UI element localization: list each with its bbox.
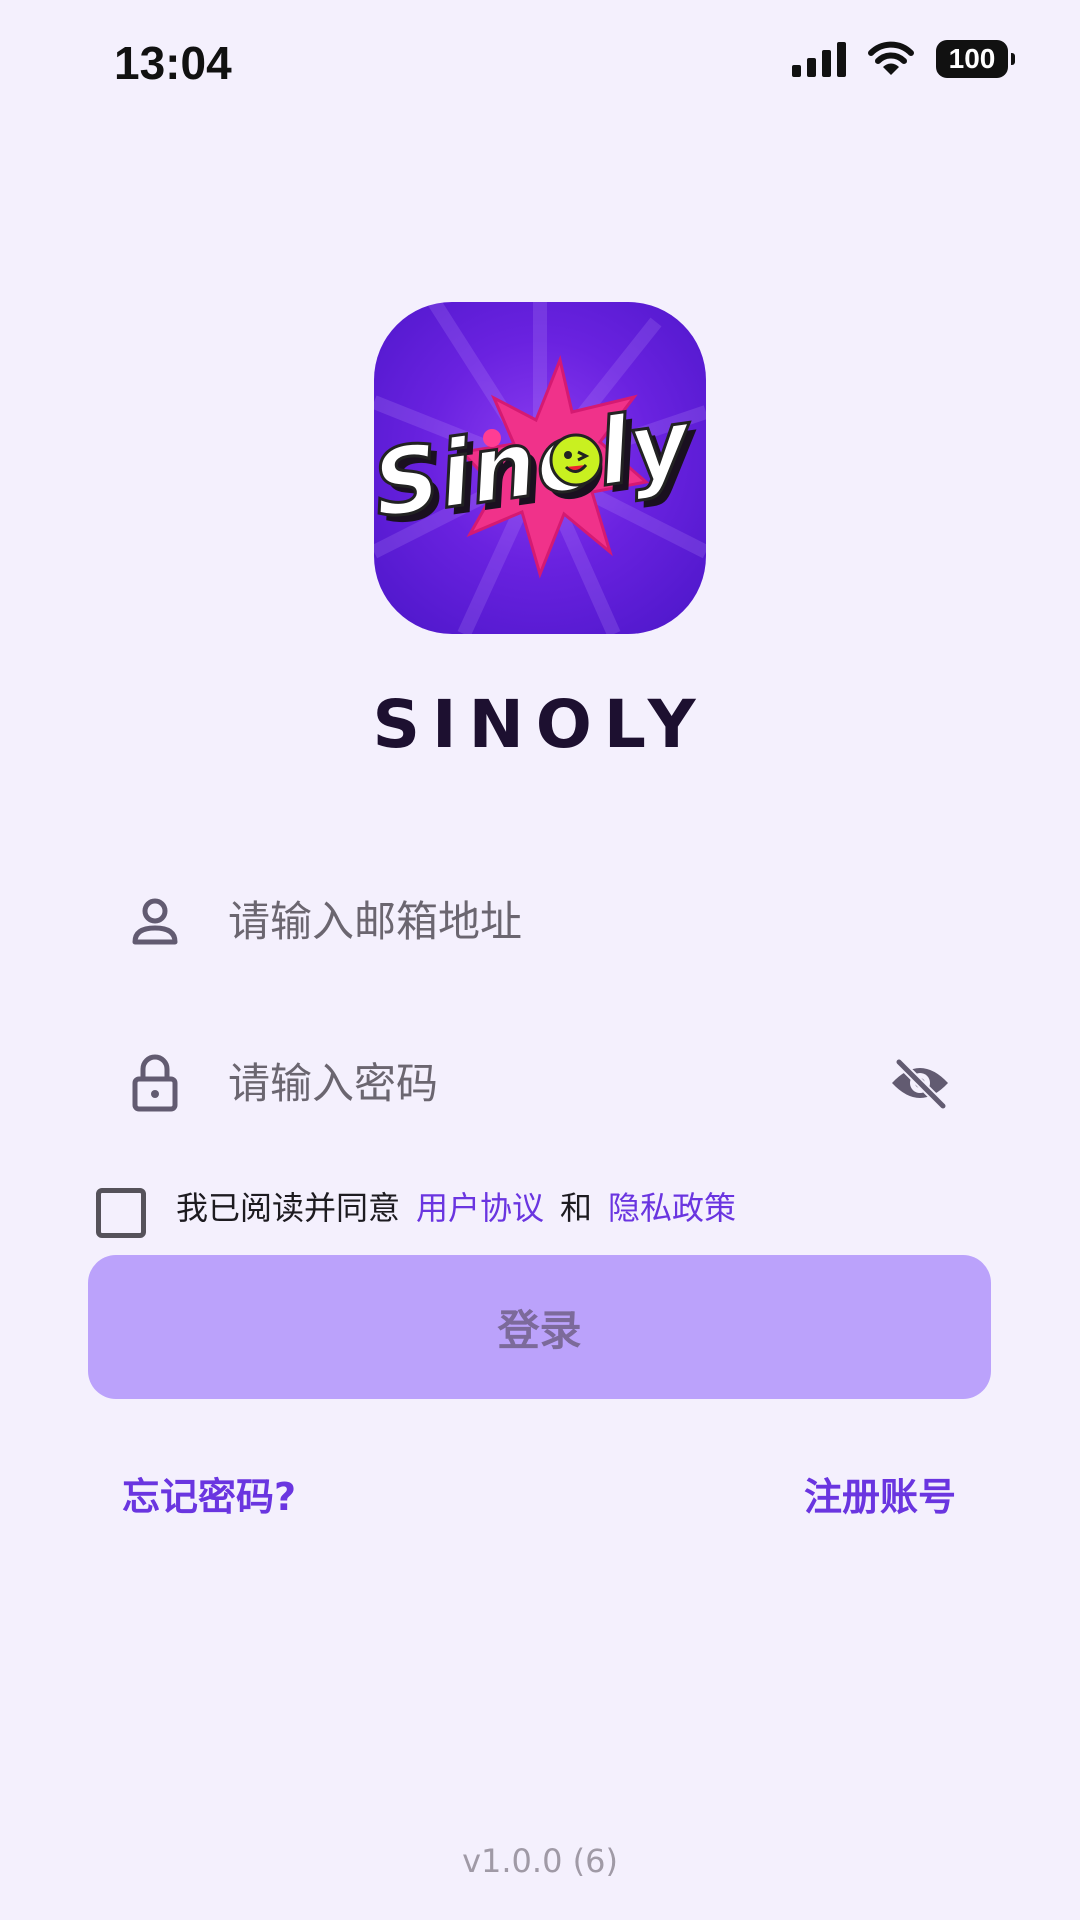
- login-button[interactable]: 登录: [88, 1255, 991, 1399]
- agreement-and: 和: [560, 1189, 593, 1227]
- user-icon: [120, 886, 190, 956]
- forgot-password-link[interactable]: 忘记密码?: [122, 1466, 296, 1521]
- email-field[interactable]: [120, 866, 960, 976]
- agree-checkbox[interactable]: [96, 1188, 146, 1238]
- register-link[interactable]: 注册账号: [804, 1466, 956, 1521]
- toggle-password-visibility[interactable]: [880, 1043, 960, 1123]
- signal-icon: [792, 41, 846, 77]
- agreement-row: 我已阅读并同意 用户协议 和 隐私政策: [96, 1174, 736, 1238]
- version-label: v1.0.0 (6): [462, 1842, 618, 1880]
- logo-text: Sinoly: [374, 388, 700, 539]
- email-input[interactable]: [228, 896, 960, 946]
- privacy-policy-link[interactable]: 隐私政策: [608, 1183, 736, 1229]
- battery-icon: 100: [936, 40, 1015, 78]
- login-screen: 13:04 100 Sinoly Sinoly SINOLY 请输入邮箱地址 我…: [0, 0, 1080, 1920]
- status-time: 13:04: [114, 37, 232, 89]
- wifi-icon: [868, 41, 914, 75]
- lock-icon: [120, 1048, 190, 1118]
- user-agreement-link[interactable]: 用户协议: [416, 1183, 544, 1229]
- app-logo: Sinoly Sinoly: [374, 302, 706, 634]
- app-name: SINOLY: [372, 686, 708, 763]
- agreement-prefix: 我已阅读并同意: [176, 1189, 401, 1227]
- password-input[interactable]: [228, 1058, 880, 1108]
- eye-off-icon: [892, 1058, 948, 1109]
- password-field[interactable]: [120, 1028, 960, 1138]
- status-icons: 100: [792, 40, 1015, 78]
